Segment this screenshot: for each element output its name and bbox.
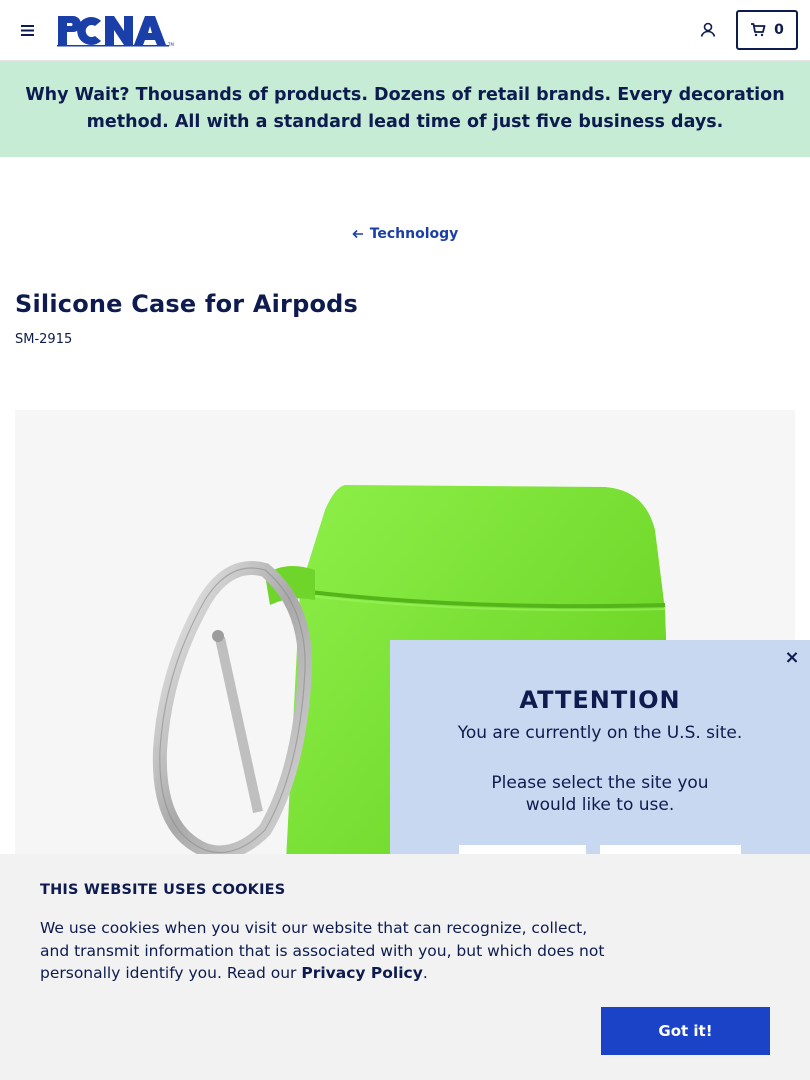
cart-count: 0 xyxy=(774,22,784,38)
promo-body: Thousands of products. Dozens of retail … xyxy=(86,85,785,132)
promo-banner: Why Wait? Thousands of products. Dozens … xyxy=(0,61,810,157)
promo-text: Why Wait? Thousands of products. Dozens … xyxy=(14,82,796,136)
logo-wordmark: TM xyxy=(57,16,174,47)
breadcrumb-back-link[interactable]: Technology xyxy=(352,226,459,242)
cookie-banner: THIS WEBSITE USES COOKIES We use cookies… xyxy=(0,854,810,1080)
got-it-button[interactable]: Got it! xyxy=(601,1007,770,1055)
site-header: TM 0 xyxy=(0,0,810,61)
pcna-logo[interactable]: TM xyxy=(57,13,177,47)
modal-current-site-text: You are currently on the U.S. site. xyxy=(457,723,743,743)
cookie-heading: THIS WEBSITE USES COOKIES xyxy=(40,882,286,898)
arrow-left-icon xyxy=(352,229,363,239)
modal-heading: ATTENTION xyxy=(519,686,681,714)
shopping-cart-icon xyxy=(751,23,766,37)
user-account-icon[interactable] xyxy=(698,20,718,40)
privacy-policy-link[interactable]: Privacy Policy xyxy=(301,964,423,982)
cookie-text-end: . xyxy=(422,964,428,982)
close-icon[interactable]: × xyxy=(782,648,802,668)
breadcrumb: Technology xyxy=(0,224,810,243)
cart-button[interactable]: 0 xyxy=(736,10,798,50)
cookie-text: We use cookies when you visit our websit… xyxy=(40,917,610,985)
breadcrumb-label: Technology xyxy=(369,226,459,242)
hamburger-menu-icon[interactable] xyxy=(18,20,38,40)
product-sku: SM-2915 xyxy=(15,332,73,347)
modal-select-text: Please select the site you would like to… xyxy=(491,773,709,815)
product-title: Silicone Case for Airpods xyxy=(15,290,359,318)
promo-lead: Why Wait? xyxy=(25,85,130,105)
svg-text:TM: TM xyxy=(167,42,174,47)
